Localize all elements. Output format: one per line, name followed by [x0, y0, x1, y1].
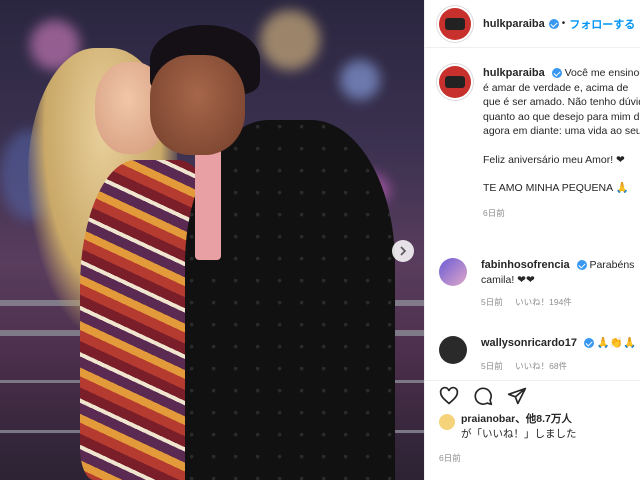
verified-badge-icon — [548, 18, 559, 29]
heart-icon[interactable] — [439, 386, 459, 406]
caption-author-avatar[interactable] — [439, 66, 471, 98]
commenter-username[interactable]: fabinhosofrencia — [481, 259, 570, 271]
carousel-next-button[interactable] — [392, 240, 414, 262]
caption-line: que é ser amado. Não tenho dúvidas — [483, 96, 640, 108]
chevron-right-icon — [400, 246, 407, 256]
verified-badge-icon — [583, 338, 594, 349]
liker-username[interactable]: praianobar — [461, 413, 515, 425]
likes-summary[interactable]: praianobar、他8.7万人 が「いいね！」しました — [439, 412, 577, 442]
liker-avatar[interactable] — [439, 414, 455, 430]
verified-badge-icon — [576, 260, 587, 271]
commenter-avatar[interactable] — [439, 336, 467, 364]
post-photo[interactable] — [0, 0, 424, 480]
caption-line: Você me ensinou o que — [564, 67, 640, 79]
caption-line: quanto ao que desejo para mim de — [483, 110, 640, 123]
author-username[interactable]: hulkparaiba — [483, 18, 545, 30]
post-actions-bar — [425, 380, 640, 410]
comment-likes[interactable]: いいね！68件 — [515, 361, 567, 371]
comment-text: camila! ❤❤ — [481, 273, 535, 286]
post-date[interactable]: 6日前 — [439, 452, 461, 464]
share-icon[interactable] — [507, 386, 527, 406]
likes-count[interactable]: 、他8.7万人 — [515, 413, 572, 425]
comment-likes[interactable]: いいね！194件 — [515, 297, 572, 307]
commenter-avatar[interactable] — [439, 258, 467, 286]
comment-timestamp[interactable]: 5日前 — [481, 297, 503, 307]
comment-item: wallysonricardo17 🙏👏🙏 5日前 いいね！68件 — [439, 336, 640, 373]
comment-item: fabinhosofrencia Parabéns camila! ❤❤ 5日前… — [439, 258, 640, 310]
author-avatar[interactable] — [439, 7, 471, 40]
likes-caption: が「いいね！」しました — [461, 428, 577, 440]
caption-timestamp[interactable]: 6日前 — [483, 206, 640, 221]
follow-button[interactable]: フォローする — [569, 16, 635, 32]
caption-line: agora em diante: uma vida ao seu lado. — [483, 125, 640, 137]
comment-text: Parabéns — [589, 259, 635, 271]
comment-icon[interactable] — [473, 386, 493, 406]
post-header: hulkparaiba • フォローする — [425, 0, 640, 48]
comment-text: 🙏👏🙏 — [596, 337, 637, 349]
post-caption: hulkparaiba Você me ensinou o que é amar… — [439, 66, 640, 220]
caption-username[interactable]: hulkparaiba — [483, 67, 545, 79]
post-side-panel: hulkparaiba • フォローする hulkparaiba Você me… — [424, 0, 640, 480]
comment-timestamp[interactable]: 5日前 — [481, 361, 503, 371]
caption-paragraph: TE AMO MINHA PEQUENA 🙏 — [483, 182, 629, 194]
caption-paragraph: Feliz aniversário meu Amor! ❤ — [483, 153, 625, 166]
commenter-username[interactable]: wallysonricardo17 — [481, 337, 577, 349]
caption-line: é amar de verdade e, acima de — [483, 81, 629, 94]
verified-badge-icon — [551, 68, 562, 79]
